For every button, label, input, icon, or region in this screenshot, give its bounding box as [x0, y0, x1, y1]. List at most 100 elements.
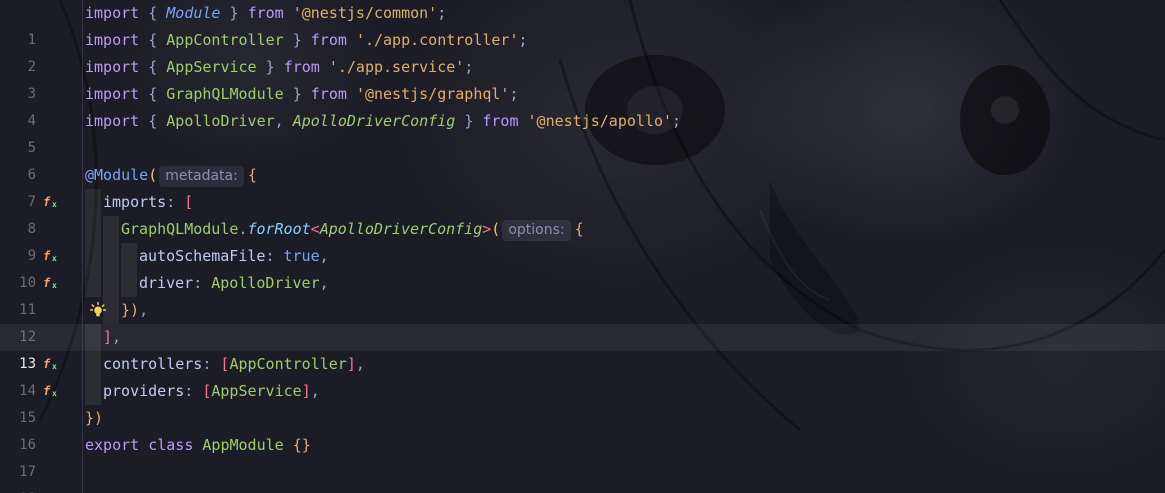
code-line[interactable]: 3 import { AppService } from './app.serv… [0, 54, 1165, 102]
identifier: AppService [211, 382, 302, 400]
function-icon[interactable]: fx [43, 378, 61, 405]
keyword: from [247, 4, 284, 22]
code-lines: 1 import { Module } from '@nestjs/common… [0, 0, 1165, 493]
identifier: ApolloDriver [166, 112, 275, 130]
punctuation: : [166, 193, 176, 211]
punctuation: ; [509, 85, 519, 103]
punctuation: ] [103, 328, 113, 346]
punctuation: : [202, 355, 212, 373]
inlay-hint: metadata: [159, 166, 244, 187]
punctuation: ] [346, 355, 356, 373]
punctuation: ; [518, 31, 528, 49]
punctuation: : [265, 247, 275, 265]
method: forRoot [247, 220, 311, 238]
code-text: import { AppService } from './app.servic… [85, 54, 473, 81]
code-text: }) [85, 405, 103, 432]
function-icon[interactable]: fx [43, 243, 61, 270]
punctuation: < [310, 220, 320, 238]
identifier: AppController [229, 355, 347, 373]
punctuation: { [148, 112, 158, 130]
punctuation: , [274, 112, 284, 130]
code-text: ], [103, 324, 121, 351]
code-line[interactable]: 16 }) [0, 405, 1165, 453]
code-text: }), [121, 297, 148, 324]
code-line[interactable]: 5 import { ApolloDriver, ApolloDriverCon… [0, 108, 1165, 156]
string: '@nestjs/apollo' [527, 112, 673, 130]
identifier: ApolloDriverConfig [319, 220, 483, 238]
property: imports [103, 193, 167, 211]
punctuation: {} [292, 436, 311, 454]
code-line[interactable]: 18 [0, 459, 1165, 493]
inlay-hint: options: [502, 220, 571, 241]
identifier: ApolloDriverConfig [292, 112, 456, 130]
indent-guide [85, 216, 101, 243]
property: driver [139, 274, 194, 292]
code-text: imports: [ [103, 189, 193, 216]
indent-guide [85, 351, 101, 378]
code-line[interactable]: 8 fx imports: [ [0, 189, 1165, 237]
function-icon[interactable]: fx [43, 270, 61, 297]
indent-guide [85, 324, 101, 351]
decorator: @Module [85, 166, 149, 184]
function-icon[interactable]: fx [43, 189, 61, 216]
indent-guide [85, 378, 101, 405]
punctuation: } [229, 4, 239, 22]
punctuation: { [148, 85, 158, 103]
function-icon[interactable]: fx [43, 351, 61, 378]
keyword: import [85, 31, 140, 49]
punctuation: }) [85, 409, 104, 427]
code-editor[interactable]: 1 import { Module } from '@nestjs/common… [0, 0, 1165, 493]
identifier: AppModule [202, 436, 284, 454]
code-text: import { ApolloDriver, ApolloDriverConfi… [85, 108, 681, 135]
code-line[interactable]: 17 export class AppModule {} [0, 432, 1165, 480]
punctuation: { [574, 220, 584, 238]
indent-guide [121, 270, 137, 297]
code-line-current[interactable]: 13 ], [0, 324, 1165, 372]
code-line[interactable]: 12 }), [0, 297, 1165, 345]
code-line[interactable]: 1 import { Module } from '@nestjs/common… [0, 0, 1165, 48]
punctuation: ; [672, 112, 682, 130]
identifier: ApolloDriver [211, 274, 320, 292]
keyword: import [85, 4, 140, 22]
code-text: driver: ApolloDriver, [139, 270, 329, 297]
punctuation: , [319, 247, 329, 265]
code-text: GraphQLModule.forRoot<ApolloDriverConfig… [121, 216, 584, 243]
punctuation: , [355, 355, 365, 373]
keyword: import [85, 58, 140, 76]
code-line[interactable]: 9 GraphQLModule.forRoot<ApolloDriverConf… [0, 216, 1165, 264]
code-line[interactable]: 4 import { GraphQLModule } from '@nestjs… [0, 81, 1165, 129]
code-line[interactable]: 15 fx providers: [AppService], [0, 378, 1165, 426]
code-text: providers: [AppService], [103, 378, 320, 405]
punctuation: } [292, 85, 302, 103]
identifier: Module [166, 4, 221, 22]
keyword: from [283, 58, 320, 76]
indent-guide [103, 297, 119, 324]
code-line[interactable]: 7 @Module(metadata:{ [0, 162, 1165, 210]
indent-guide [121, 243, 137, 270]
code-line[interactable]: 2 import { AppController } from './app.c… [0, 27, 1165, 75]
property: controllers [103, 355, 203, 373]
punctuation: , [310, 382, 320, 400]
code-text: @Module(metadata:{ [85, 162, 257, 189]
identifier: AppController [166, 31, 284, 49]
identifier: GraphQLModule [121, 220, 239, 238]
code-text: autoSchemaFile: true, [139, 243, 329, 270]
punctuation: [ [184, 193, 194, 211]
string: '@nestjs/graphql' [355, 85, 510, 103]
indent-guide [85, 270, 101, 297]
punctuation: }) [121, 301, 140, 319]
keyword: export [85, 436, 140, 454]
code-text: controllers: [AppController], [103, 351, 365, 378]
code-line[interactable]: 11 fx driver: ApolloDriver, [0, 270, 1165, 318]
indent-guide [85, 243, 101, 270]
keyword: from [482, 112, 519, 130]
code-line[interactable]: 14 fx controllers: [AppController], [0, 351, 1165, 399]
keyword: import [85, 85, 140, 103]
identifier: GraphQLModule [166, 85, 284, 103]
string: '@nestjs/common' [292, 4, 438, 22]
code-line[interactable]: 6 [0, 135, 1165, 183]
keyword: class [148, 436, 194, 454]
code-line[interactable]: 10 fx autoSchemaFile: true, [0, 243, 1165, 291]
punctuation: ( [148, 166, 158, 184]
punctuation: : [193, 274, 203, 292]
